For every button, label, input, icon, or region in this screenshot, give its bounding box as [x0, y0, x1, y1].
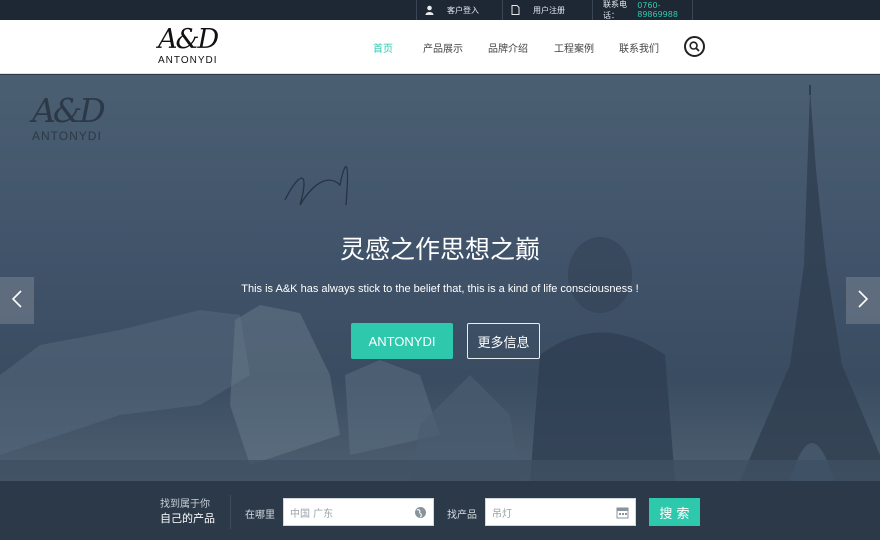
location-input[interactable]: 中国 广东	[283, 498, 434, 526]
phone-number: 0760-89869988	[637, 1, 678, 19]
finder-slogan: 找到属于你 自己的产品	[160, 498, 215, 526]
watermark-logo: A&D ANTONYDI	[32, 91, 106, 144]
more-info-button[interactable]: 更多信息	[467, 323, 540, 359]
hero-background-illustration	[0, 85, 880, 481]
phone-label: 联系电话：	[603, 0, 627, 20]
hero-subtitle: This is A&K has always stick to the beli…	[241, 283, 639, 295]
customer-login-label: 客户登入	[447, 5, 479, 15]
location-placeholder: 中国 广东	[290, 508, 334, 520]
brand-logo[interactable]: A&D ANTONYDI	[158, 24, 219, 70]
nav-item-projects[interactable]: 工程案例	[554, 40, 594, 55]
finder-divider	[230, 495, 231, 529]
user-register-link[interactable]: 用户注册	[502, 0, 592, 20]
document-icon	[511, 5, 520, 15]
user-register-label: 用户注册	[533, 5, 565, 15]
watermark-mark: A&D	[32, 91, 106, 130]
search-icon	[689, 37, 700, 56]
top-utility-bar: 客户登入 用户注册 联系电话： 0760-89869988	[0, 0, 880, 20]
chevron-left-icon	[11, 289, 23, 313]
site-header: A&D ANTONYDI 首页 产品展示 品牌介绍 工程案例 联系我们	[0, 20, 880, 74]
carousel-next-button[interactable]	[846, 277, 880, 324]
product-input[interactable]: 吊灯	[485, 498, 636, 526]
contact-phone: 联系电话： 0760-89869988	[592, 0, 693, 20]
slogan-line-1: 找到属于你	[160, 499, 210, 510]
header-search-button[interactable]	[684, 36, 705, 57]
globe-icon	[414, 506, 427, 519]
location-label: 在哪里	[245, 510, 275, 521]
nav-item-brand[interactable]: 品牌介绍	[488, 40, 528, 55]
nav-item-home[interactable]: 首页	[373, 40, 393, 55]
watermark-wordmark: ANTONYDI	[32, 129, 102, 143]
finder-search-button[interactable]: 搜 索	[649, 498, 700, 526]
product-label: 找产品	[447, 510, 477, 521]
calendar-icon	[616, 506, 629, 519]
antonydi-button[interactable]: ANTONYDI	[351, 323, 453, 359]
logo-wordmark: ANTONYDI	[158, 55, 218, 66]
product-placeholder: 吊灯	[492, 508, 512, 520]
nav-item-contact[interactable]: 联系我们	[619, 40, 659, 55]
hero-title: 灵感之作思想之巅	[339, 235, 540, 264]
logo-mark: A&D	[158, 24, 219, 55]
customer-login-link[interactable]: 客户登入	[416, 0, 502, 20]
user-icon	[425, 5, 434, 15]
slogan-line-2: 自己的产品	[160, 512, 215, 525]
nav-item-products[interactable]: 产品展示	[423, 40, 463, 55]
hero-banner: A&D ANTONYDI 灵感之作思想之巅 This is A&K has al…	[0, 75, 880, 481]
product-finder-bar: 找到属于你 自己的产品 在哪里 中国 广东 找产品 吊灯 搜 索	[0, 481, 880, 540]
carousel-prev-button[interactable]	[0, 277, 34, 324]
chevron-right-icon	[857, 289, 869, 313]
